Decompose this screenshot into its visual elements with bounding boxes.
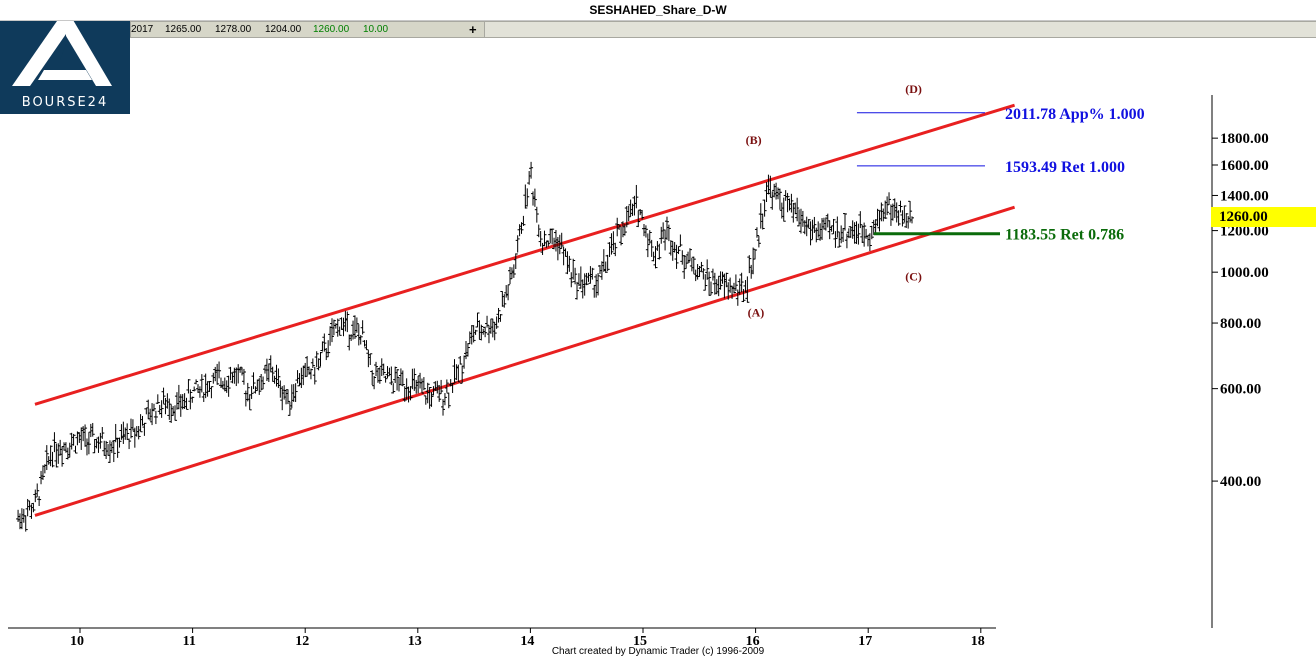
y-tick-label: 1400.00 (1220, 188, 1269, 204)
wave-label: (A) (748, 306, 765, 320)
level-lines: 2011.78 App% 1.000 1593.49 Ret 1.000 1183.… (856, 106, 1145, 244)
y-tick-label: 400.00 (1220, 474, 1261, 490)
footer-credit: Chart created by Dynamic Trader (c) 1996… (551, 646, 765, 657)
y-tick-label: 600.00 (1220, 382, 1261, 398)
y-tick-label: 1800.00 (1220, 131, 1269, 147)
chart-axes: 10 11 12 13 14 15 16 17 181800.001600.001400.001… (8, 95, 1269, 649)
level-label: 1183.55 Ret 0.786 (1005, 227, 1124, 244)
current-price-box: 1260.00 (1211, 207, 1316, 227)
wave-label: (C) (905, 269, 922, 283)
wave-label: (B) (746, 133, 762, 147)
current-price-label: 1260.00 (1219, 209, 1268, 225)
y-tick-label: 1600.00 (1220, 158, 1269, 174)
price-chart: 10 11 12 13 14 15 16 17 181800.001600.001400.001… (8, 82, 1269, 649)
y-tick-label: 800.00 (1220, 316, 1261, 332)
wave-label: (D) (905, 82, 922, 96)
level-label: 1593.49 Ret 1.000 (1005, 159, 1125, 176)
level-label: 2011.78 App% 1.000 (1005, 106, 1145, 123)
channel-lines (34, 103, 1016, 517)
price-bars (16, 161, 915, 532)
y-tick-label: 1000.00 (1220, 265, 1269, 281)
